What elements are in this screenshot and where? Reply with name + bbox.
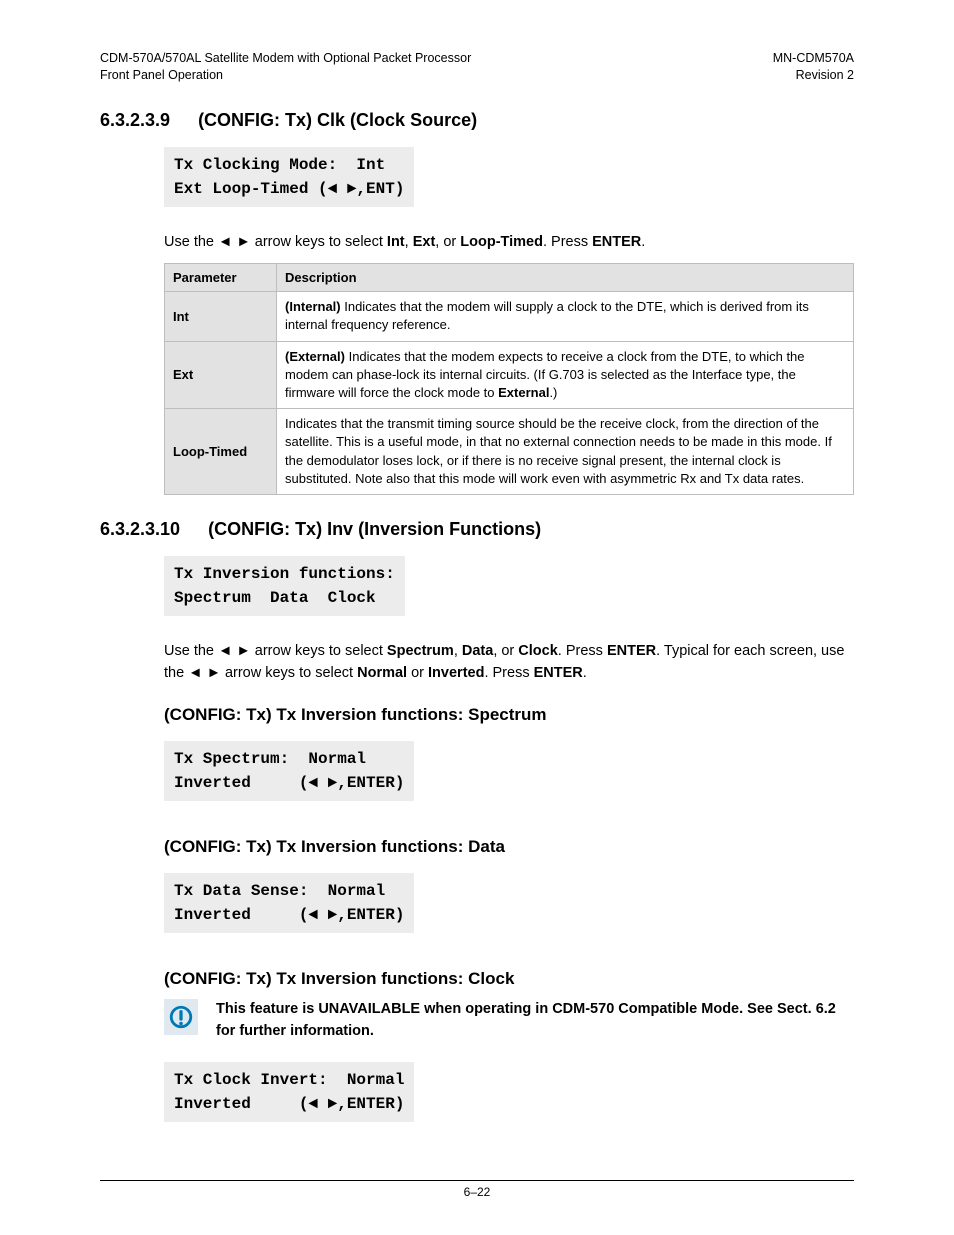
section-heading-inv: 6.3.2.3.10 (CONFIG: Tx) Inv (Inversion F…	[100, 519, 854, 540]
note-text: This feature is UNAVAILABLE when operati…	[216, 999, 854, 1043]
desc-loop-timed: Indicates that the transmit timing sourc…	[277, 409, 854, 495]
note-clock-unavailable: This feature is UNAVAILABLE when operati…	[164, 999, 854, 1043]
section-number: 6.3.2.3.10	[100, 519, 180, 540]
param-int: Int	[165, 292, 277, 341]
section-heading-clk: 6.3.2.3.9 (CONFIG: Tx) Clk (Clock Source…	[100, 110, 854, 131]
instruction-inv: Use the ◄ ► arrow keys to select Spectru…	[164, 640, 854, 685]
table-row: Loop-Timed Indicates that the transmit t…	[165, 409, 854, 495]
lcd-display-data: Tx Data Sense: Normal Inverted (◄ ►,ENTE…	[164, 873, 414, 933]
subheading-spectrum: (CONFIG: Tx) Tx Inversion functions: Spe…	[164, 705, 854, 725]
page-footer: 6–22	[100, 1180, 854, 1199]
subheading-data: (CONFIG: Tx) Tx Inversion functions: Dat…	[164, 837, 854, 857]
table-row: Ext (External) Indicates that the modem …	[165, 341, 854, 409]
parameter-table: Parameter Description Int (Internal) Ind…	[164, 263, 854, 495]
lcd-display-clock: Tx Clock Invert: Normal Inverted (◄ ►,EN…	[164, 1062, 414, 1122]
table-header-parameter: Parameter	[165, 264, 277, 292]
header-left: CDM-570A/570AL Satellite Modem with Opti…	[100, 50, 471, 84]
table-row: Int (Internal) Indicates that the modem …	[165, 292, 854, 341]
lcd-display-clk: Tx Clocking Mode: Int Ext Loop-Timed (◄ …	[164, 147, 414, 207]
section-title: (CONFIG: Tx) Inv (Inversion Functions)	[208, 519, 854, 540]
lcd-display-inv: Tx Inversion functions: Spectrum Data Cl…	[164, 556, 405, 616]
section-title: (CONFIG: Tx) Clk (Clock Source)	[198, 110, 854, 131]
section-number: 6.3.2.3.9	[100, 110, 170, 131]
page-header: CDM-570A/570AL Satellite Modem with Opti…	[100, 50, 854, 84]
table-header-description: Description	[277, 264, 854, 292]
param-ext: Ext	[165, 341, 277, 409]
instruction-clk: Use the ◄ ► arrow keys to select Int, Ex…	[164, 231, 854, 253]
lcd-display-spectrum: Tx Spectrum: Normal Inverted (◄ ►,ENTER)	[164, 741, 414, 801]
desc-ext: (External) Indicates that the modem expe…	[277, 341, 854, 409]
desc-int: (Internal) Indicates that the modem will…	[277, 292, 854, 341]
info-icon	[164, 999, 198, 1035]
param-loop-timed: Loop-Timed	[165, 409, 277, 495]
header-right: MN-CDM570A Revision 2	[773, 50, 854, 84]
subheading-clock: (CONFIG: Tx) Tx Inversion functions: Clo…	[164, 969, 854, 989]
